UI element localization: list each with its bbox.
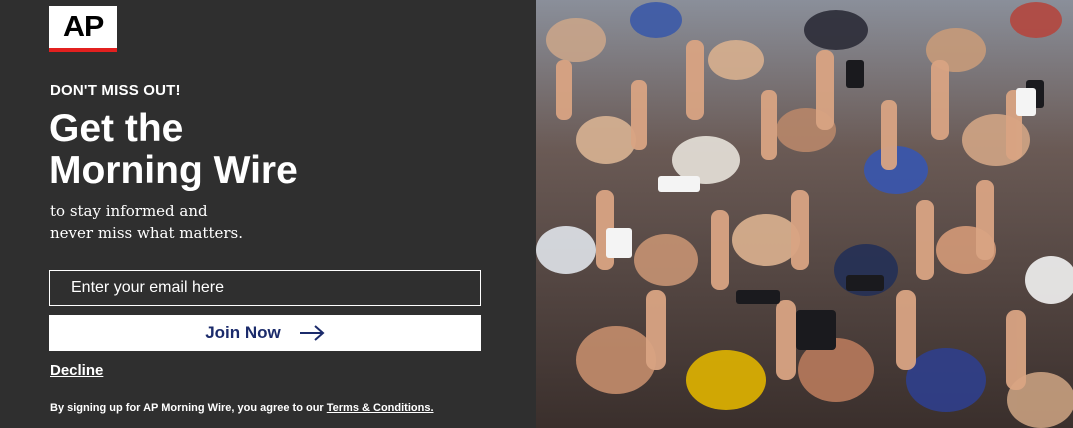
email-input[interactable] (49, 270, 481, 306)
headline: Get the Morning Wire (49, 108, 469, 192)
crowd-image (536, 0, 1073, 428)
terms-prefix: By signing up for AP Morning Wire, you a… (50, 402, 327, 414)
signup-panel: AP DON'T MISS OUT! Get the Morning Wire … (0, 0, 536, 428)
join-now-button[interactable]: Join Now (49, 315, 481, 351)
subheadline-line-2: never miss what matters. (50, 224, 243, 242)
join-now-label: Join Now (205, 323, 281, 342)
crowd-photo (536, 0, 1073, 428)
terms-note: By signing up for AP Morning Wire, you a… (50, 402, 434, 414)
terms-link[interactable]: Terms & Conditions. (327, 402, 434, 414)
subheadline: to stay informed and never miss what mat… (50, 200, 370, 244)
decline-link[interactable]: Decline (50, 362, 103, 379)
eyebrow-text: DON'T MISS OUT! (50, 82, 181, 99)
subheadline-line-1: to stay informed and (50, 202, 208, 220)
headline-line-2: Morning Wire (49, 149, 298, 192)
ap-logo-text: AP (62, 10, 104, 43)
arrow-right-icon (299, 325, 325, 341)
ap-logo: AP (49, 6, 117, 52)
headline-line-1: Get the (49, 107, 184, 150)
